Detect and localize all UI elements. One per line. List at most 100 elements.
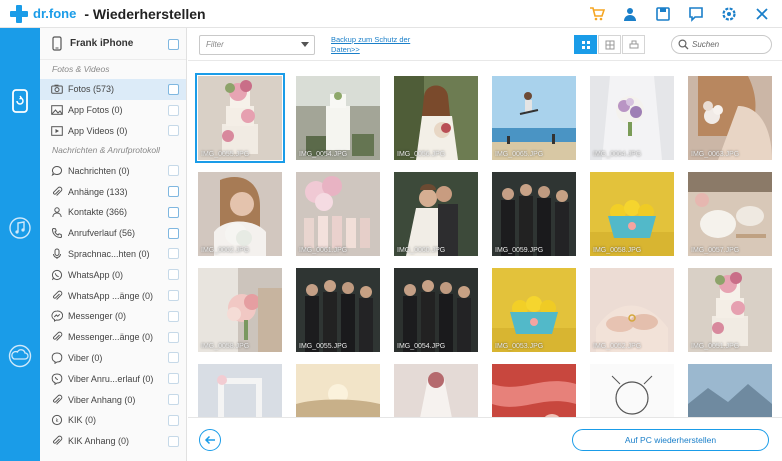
- photo-thumbnail[interactable]: IMG_0055.JPG: [296, 268, 380, 352]
- search-placeholder: Suchen: [692, 40, 720, 49]
- sidebar-checkbox[interactable]: [168, 125, 179, 137]
- sidebar-item-messenger-anhaenge[interactable]: Messenger...änge (0): [40, 327, 186, 348]
- back-button[interactable]: [199, 429, 221, 451]
- photo-thumbnail[interactable]: IMG_0061.JPG: [296, 172, 380, 256]
- sidebar-checkbox[interactable]: [168, 373, 179, 385]
- photo-thumbnail[interactable]: [492, 364, 576, 417]
- photo-thumbnail[interactable]: IMG_0065.JPG: [492, 76, 576, 160]
- photo-thumbnail[interactable]: IMG_0058.JPG: [198, 268, 282, 352]
- cart-icon[interactable]: [587, 4, 607, 24]
- sidebar-item-kik[interactable]: k KIK (0): [40, 410, 186, 431]
- sidebar-item-kik-anhang[interactable]: KIK Anhang (0): [40, 431, 186, 452]
- photo-thumbnail[interactable]: IMG_0060.JPG: [394, 172, 478, 256]
- photo-thumbnail[interactable]: [394, 364, 478, 417]
- sidebar-checkbox[interactable]: [168, 227, 179, 239]
- search-input[interactable]: Suchen: [671, 35, 772, 54]
- sidebar-item-viber-anrufverlauf[interactable]: Viber Anru...erlauf (0): [40, 368, 186, 389]
- sidebar-item-app-videos[interactable]: App Videos (0): [40, 121, 186, 142]
- sidebar-item-app-fotos[interactable]: App Fotos (0): [40, 100, 186, 121]
- sidebar-item-messenger[interactable]: Messenger (0): [40, 306, 186, 327]
- photo-thumbnail[interactable]: IMG_0056.JPG: [394, 76, 478, 160]
- photo-filename: IMG_0053.JPG: [495, 343, 544, 350]
- restore-to-pc-button[interactable]: Auf PC wiederherstellen: [572, 429, 769, 451]
- save-icon[interactable]: [653, 4, 673, 24]
- bride-flowers-photo: [198, 268, 282, 352]
- photo-thumbnail[interactable]: IMG_0054.JPG: [394, 268, 478, 352]
- paperclip-icon: [50, 185, 64, 199]
- photo-filename: IMG_0064.JPG: [593, 151, 642, 158]
- sidebar-checkbox[interactable]: [168, 269, 179, 281]
- list-view-button[interactable]: [598, 35, 621, 54]
- photo-thumbnail[interactable]: IMG_0064.JPG: [590, 76, 674, 160]
- sidebar-item-whatsapp[interactable]: WhatsApp (0): [40, 264, 186, 285]
- sidebar-checkbox[interactable]: [168, 435, 179, 447]
- couple-embrace-photo: [394, 172, 478, 256]
- sidebar-item-nachrichten[interactable]: Nachrichten (0): [40, 160, 186, 181]
- bottom-bar: Auf PC wiederherstellen: [188, 417, 782, 461]
- photo-grid: IMG_0055.JPG IMG_0054.JPG IMG_0056.JPG I…: [188, 62, 782, 417]
- sidebar-checkbox[interactable]: [168, 414, 179, 426]
- sunset-landscape-photo: [296, 364, 380, 417]
- sidebar-item-fotos[interactable]: Fotos (573): [40, 79, 186, 100]
- backup-link[interactable]: Backup zum Schutz der Daten>>: [331, 35, 441, 55]
- photo-thumbnail[interactable]: IMG_0057.JPG: [688, 172, 772, 256]
- settings-icon[interactable]: [719, 4, 739, 24]
- sidebar-checkbox[interactable]: [168, 331, 179, 343]
- grid-view-button[interactable]: [574, 35, 597, 54]
- photo-thumbnail[interactable]: IMG_0051.JPG: [688, 268, 772, 352]
- cloud-icon[interactable]: [0, 338, 40, 374]
- sidebar-checkbox[interactable]: [168, 290, 179, 302]
- photo-row: IMG_0055.JPG IMG_0054.JPG IMG_0056.JPG I…: [195, 73, 782, 163]
- photo-filename: IMG_0056.JPG: [397, 151, 446, 158]
- sidebar-item-label: Anrufverlauf (56): [68, 228, 136, 239]
- sidebar-item-viber[interactable]: Viber (0): [40, 348, 186, 369]
- device-header[interactable]: Frank iPhone: [40, 28, 186, 60]
- sidebar-checkbox[interactable]: [168, 394, 179, 406]
- music-icon[interactable]: [0, 210, 40, 246]
- filter-dropdown[interactable]: Filter: [199, 35, 315, 55]
- photo-thumbnail[interactable]: IMG_0063.JPG: [688, 76, 772, 160]
- viber-icon: [50, 351, 64, 365]
- sidebar-checkbox[interactable]: [168, 206, 179, 218]
- ring-hands-photo: [590, 268, 674, 352]
- feedback-icon[interactable]: [686, 4, 706, 24]
- wedding-cake-photo: [198, 76, 282, 160]
- kik-icon: k: [50, 413, 64, 427]
- sidebar-checkbox[interactable]: [168, 352, 179, 364]
- printer-icon: [629, 40, 638, 48]
- sidebar-checkbox[interactable]: [168, 310, 179, 322]
- photo-thumbnail[interactable]: IMG_0062.JPG: [198, 172, 282, 256]
- sidebar-item-whatsapp-anhaenge[interactable]: WhatsApp ...änge (0): [40, 285, 186, 306]
- beach-skater-photo: [492, 76, 576, 160]
- user-icon[interactable]: [620, 4, 640, 24]
- sidebar-item-anrufverlauf[interactable]: Anrufverlauf (56): [40, 223, 186, 244]
- sidebar-checkbox[interactable]: [168, 165, 179, 177]
- section-messages-label: Nachrichten & Anrufprotokoll: [52, 145, 160, 156]
- sidebar-checkbox[interactable]: [168, 104, 179, 116]
- photo-thumbnail[interactable]: IMG_0054.JPG: [296, 76, 380, 160]
- sidebar-item-sprachnachrichten[interactable]: Sprachnac...hten (0): [40, 244, 186, 265]
- photo-thumbnail[interactable]: IMG_0055.JPG: [195, 73, 285, 163]
- lemons-bowl-photo: [492, 268, 576, 352]
- export-view-button[interactable]: [622, 35, 645, 54]
- sidebar-checkbox[interactable]: [168, 83, 179, 95]
- photo-thumbnail[interactable]: IMG_0059.JPG: [492, 172, 576, 256]
- sidebar-item-viber-anhang[interactable]: Viber Anhang (0): [40, 389, 186, 410]
- photo-thumbnail[interactable]: IMG_0053.JPG: [492, 268, 576, 352]
- sidebar-checkbox[interactable]: [168, 248, 179, 260]
- sidebar-checkbox[interactable]: [168, 186, 179, 198]
- close-icon[interactable]: [752, 4, 772, 24]
- sidebar-item-anhaenge[interactable]: Anhänge (133): [40, 181, 186, 202]
- phone-restore-icon[interactable]: [0, 83, 40, 119]
- photo-thumbnail[interactable]: IMG_0052.JPG: [590, 268, 674, 352]
- sidebar-item-label: Messenger (0): [68, 311, 127, 322]
- device-checkbox[interactable]: [168, 39, 179, 50]
- photo-thumbnail[interactable]: [198, 364, 282, 417]
- window-title: - Wiederherstellen: [84, 5, 206, 22]
- sidebar-item-kontakte[interactable]: Kontakte (366): [40, 202, 186, 223]
- photo-thumbnail[interactable]: [296, 364, 380, 417]
- arch-photo: [198, 364, 282, 417]
- photo-thumbnail[interactable]: IMG_0058.JPG: [590, 172, 674, 256]
- photo-thumbnail[interactable]: [688, 364, 772, 417]
- photo-thumbnail[interactable]: [590, 364, 674, 417]
